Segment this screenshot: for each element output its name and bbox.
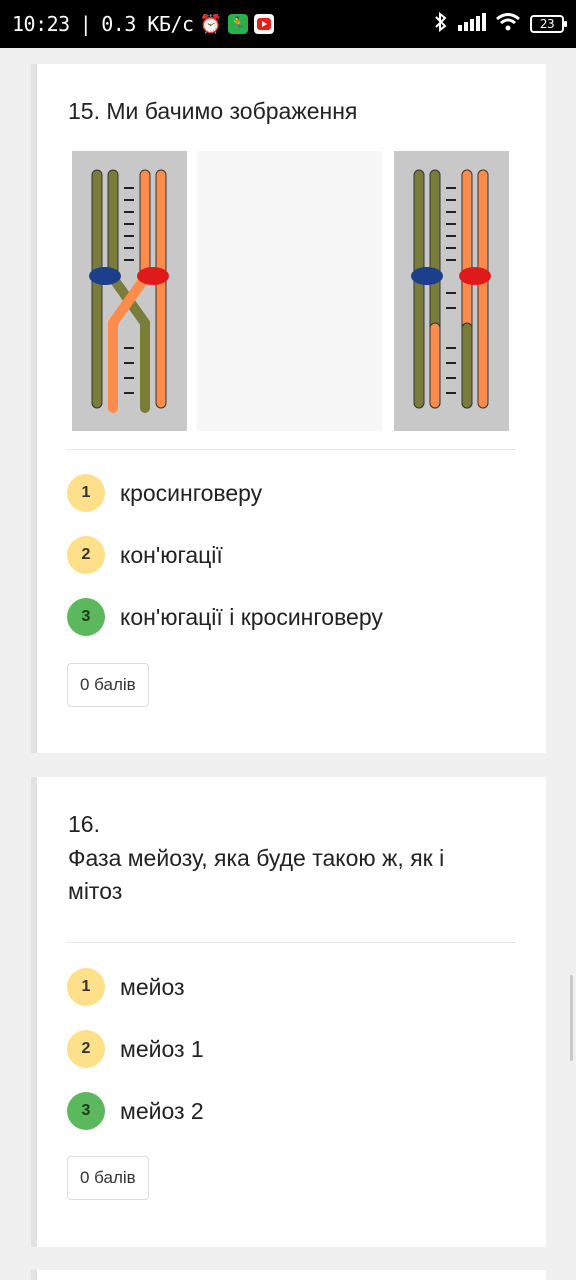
option-number-badge: 1 — [67, 968, 105, 1006]
question-card-16: 16. Фаза мейозу, яка буде такою ж, як і … — [31, 777, 546, 1247]
answer-option[interactable]: 2 мейоз 1 — [67, 1030, 204, 1068]
option-label: кон'югації і кросинговеру — [120, 603, 383, 630]
question-text: мітоз — [68, 878, 123, 904]
option-label: мейоз — [120, 973, 185, 1000]
answer-option[interactable]: 3 кон'югації і кросинговеру — [67, 598, 383, 636]
option-label: мейоз 2 — [120, 1097, 204, 1124]
question-card-15: 15. Ми бачимо зображення 1 кросинговеру … — [31, 64, 546, 753]
answer-option[interactable]: 1 кросинговеру — [67, 474, 262, 512]
option-number-badge: 3 — [67, 1092, 105, 1130]
answer-option[interactable]: 2 кон'югації — [67, 536, 223, 574]
option-number-badge: 2 — [67, 1030, 105, 1068]
status-separator: | — [79, 12, 92, 36]
wifi-icon — [496, 13, 520, 35]
signal-icon — [458, 13, 486, 35]
status-time: 10:23 — [12, 12, 70, 36]
chromosome-image — [72, 148, 509, 434]
question-text: Фаза мейозу, яка буде такою ж, як і — [68, 845, 445, 871]
bluetooth-icon — [434, 11, 448, 36]
divider — [67, 449, 516, 450]
network-speed: 0.3 КБ/с — [101, 12, 194, 36]
option-number-badge: 2 — [67, 536, 105, 574]
alarm-icon: ⏰ — [199, 13, 222, 35]
scrollbar[interactable] — [570, 975, 573, 1061]
question-number: 16. — [68, 811, 100, 837]
run-icon: 🏃 — [227, 14, 248, 34]
youtube-icon — [253, 14, 274, 34]
option-label: кон'югації — [120, 541, 223, 568]
battery-level: 23 — [539, 17, 555, 31]
option-number-badge: 3 — [67, 598, 105, 636]
question-card-next — [31, 1270, 546, 1280]
question-title: 15. Ми бачимо зображення — [68, 98, 358, 124]
score-badge: 0 балів — [67, 1156, 149, 1200]
answer-option[interactable]: 3 мейоз 2 — [67, 1092, 204, 1130]
status-bar: 10:23 | 0.3 КБ/с ⏰ 🏃 23 — [0, 0, 576, 48]
option-number-badge: 1 — [67, 474, 105, 512]
answer-option[interactable]: 1 мейоз — [67, 968, 185, 1006]
option-label: кросинговеру — [120, 479, 263, 506]
battery-icon: 23 — [530, 15, 567, 33]
option-label: мейоз 1 — [120, 1035, 204, 1062]
score-badge: 0 балів — [67, 663, 149, 707]
divider — [67, 942, 516, 943]
